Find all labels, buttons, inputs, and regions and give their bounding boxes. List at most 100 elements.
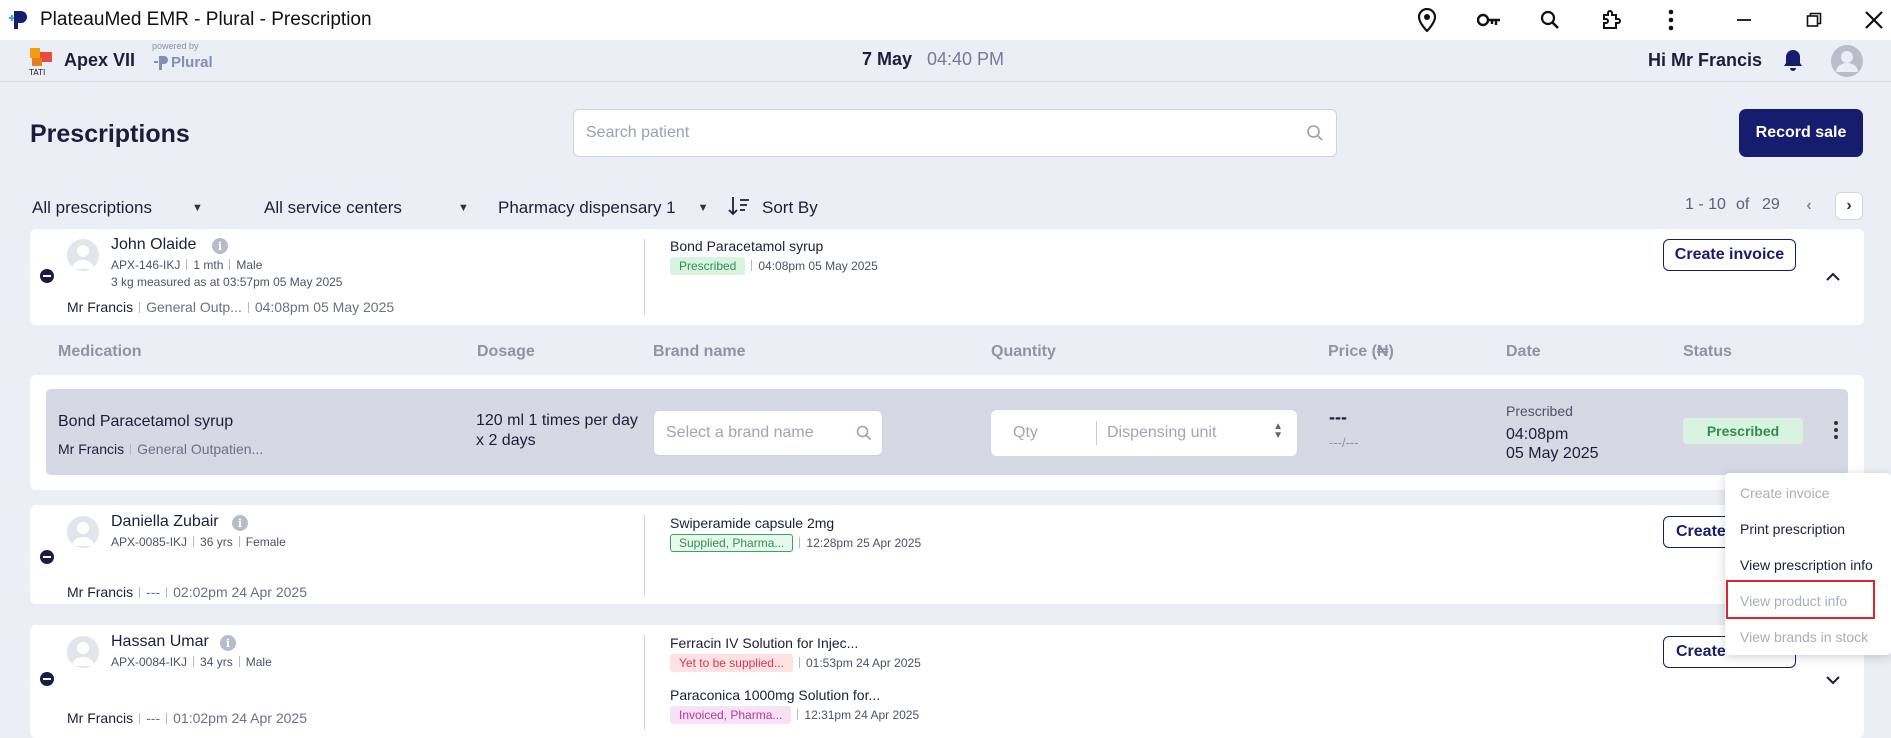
- service-centers-filter[interactable]: All service centers ▼: [264, 196, 469, 220]
- col-quantity: Quantity: [991, 343, 1056, 360]
- medication-detail-card: Bond Paracetamol syrup Mr Francis General…: [30, 375, 1864, 490]
- zoom-icon[interactable]: [1536, 6, 1564, 34]
- search-icon[interactable]: [1306, 124, 1324, 147]
- menu-view-prescription-info[interactable]: View prescription info: [1740, 557, 1873, 573]
- prescriptions-filter-label: All prescriptions: [32, 198, 152, 217]
- highlight-box: [1726, 580, 1875, 619]
- search-input[interactable]: [586, 124, 1286, 142]
- menu-create-invoice[interactable]: Create invoice: [1740, 485, 1830, 501]
- search-icon[interactable]: [856, 425, 872, 446]
- chevron-up-icon[interactable]: [1823, 266, 1843, 286]
- dispensary-filter[interactable]: Pharmacy dispensary 1 ▼: [498, 196, 709, 220]
- info-icon[interactable]: i: [232, 515, 248, 531]
- collapse-icon[interactable]: [40, 550, 54, 564]
- qty-divider: [1096, 421, 1097, 445]
- status-badge: Yet to be supplied...: [670, 654, 793, 672]
- sort-by-label: Sort By: [762, 198, 818, 217]
- brand-name-field[interactable]: [653, 410, 883, 456]
- header-time: 04:40 PM: [927, 49, 1005, 69]
- chevron-down-icon: ▼: [457, 202, 469, 214]
- pagination-total: 29: [1762, 196, 1780, 213]
- key-icon[interactable]: [1475, 6, 1503, 34]
- drug-status-row: Yet to be supplied... 01:53pm 24 Apr 2025: [670, 654, 921, 672]
- plural-text: Plural: [171, 54, 213, 71]
- record-sale-button[interactable]: Record sale: [1739, 109, 1863, 157]
- col-dosage: Dosage: [477, 343, 535, 360]
- patient-name[interactable]: John Olaide: [111, 236, 196, 254]
- extensions-icon[interactable]: [1598, 6, 1626, 34]
- app-icon: [6, 7, 32, 33]
- chevron-down-icon[interactable]: [1823, 670, 1843, 690]
- col-price: Price (₦): [1328, 343, 1394, 360]
- patient-meta: APX-146-IKJ 1 mth Male: [111, 258, 263, 272]
- card-divider: [644, 635, 645, 730]
- patient-avatar: [67, 636, 99, 668]
- status-badge: Invoiced, Pharma...: [670, 706, 792, 724]
- medication-row[interactable]: Bond Paracetamol syrup Mr Francis General…: [46, 389, 1848, 475]
- col-brand: Brand name: [653, 343, 746, 360]
- notification-bell-icon[interactable]: [1782, 48, 1804, 77]
- dispensing-unit-select[interactable]: Dispensing unit: [1107, 424, 1216, 442]
- sort-by-button[interactable]: Sort By: [728, 196, 818, 220]
- minimize-icon[interactable]: [1730, 6, 1758, 34]
- prescriber-info: Mr Francis --- 02:02pm 24 Apr 2025: [67, 584, 308, 600]
- brand-name-input[interactable]: [666, 424, 856, 442]
- status-badge: Prescribed: [670, 257, 746, 275]
- col-status: Status: [1683, 343, 1732, 360]
- app-header: TATI Apex VII powered by Plural 7 May 04…: [0, 40, 1891, 82]
- patient-name[interactable]: Hassan Umar: [111, 633, 209, 651]
- drug-status-row: Supplied, Pharma... 12:28pm 25 Apr 2025: [670, 534, 921, 552]
- close-icon[interactable]: [1860, 6, 1888, 34]
- patient-meta: APX-0085-IKJ 36 yrs Female: [111, 535, 286, 549]
- prescription-card[interactable]: Hassan Umar i APX-0084-IKJ 34 yrs Male Mr …: [30, 625, 1864, 738]
- updown-arrows-icon[interactable]: ▲ ▼: [1273, 422, 1283, 441]
- price-unit-value: ---/---: [1329, 435, 1359, 450]
- search-box[interactable]: [573, 109, 1337, 157]
- qty-input[interactable]: Qty: [1013, 424, 1038, 442]
- prev-page-button[interactable]: ‹: [1795, 192, 1823, 220]
- location-pin-icon[interactable]: [1413, 6, 1441, 34]
- patient-name[interactable]: Daniella Zubair: [111, 513, 219, 531]
- prescription-card[interactable]: Daniella Zubair i APX-0085-IKJ 36 yrs Fema…: [30, 505, 1864, 604]
- patient-weight: 3 kg measured as at 03:57pm 05 May 2025: [111, 275, 343, 289]
- drug-name: Ferracin IV Solution for Injec...: [670, 635, 859, 651]
- chevron-down-icon: ▼: [697, 202, 709, 214]
- page-title: Prescriptions: [30, 120, 190, 148]
- restore-icon[interactable]: [1800, 6, 1828, 34]
- next-page-button[interactable]: ›: [1835, 192, 1863, 220]
- status-badge: Supplied, Pharma...: [670, 534, 794, 552]
- info-icon[interactable]: i: [220, 635, 236, 651]
- row-menu-icon[interactable]: [1833, 421, 1839, 439]
- drug-status-row: Invoiced, Pharma... 12:31pm 24 Apr 2025: [670, 706, 919, 724]
- patient-meta: APX-0084-IKJ 34 yrs Male: [111, 655, 272, 669]
- user-avatar-icon[interactable]: [1830, 44, 1864, 83]
- prescription-card[interactable]: John Olaide i APX-146-IKJ 1 mth Male 3 kg …: [30, 229, 1864, 325]
- col-date: Date: [1506, 343, 1541, 360]
- prescriber-info: Mr Francis General Outp... 04:08pm 05 May …: [67, 299, 395, 315]
- collapse-icon[interactable]: [40, 672, 54, 686]
- row-context-menu: Create invoice Print prescription View p…: [1725, 473, 1891, 655]
- more-vertical-icon[interactable]: [1657, 6, 1685, 34]
- info-icon[interactable]: i: [212, 238, 228, 254]
- date-value: 04:08pm 05 May 2025: [1506, 426, 1599, 462]
- prescriptions-filter[interactable]: All prescriptions ▼: [32, 196, 203, 220]
- brand[interactable]: TATI Apex VII: [28, 44, 135, 77]
- medication-dosage: 120 ml 1 times per day x 2 days: [476, 412, 638, 449]
- menu-print-prescription[interactable]: Print prescription: [1740, 521, 1845, 537]
- chevron-down-icon: ▼: [192, 202, 203, 214]
- header-date: 7 May: [862, 49, 913, 69]
- col-medication: Medication: [58, 343, 142, 360]
- medication-name: Bond Paracetamol syrup: [58, 413, 234, 430]
- patient-avatar: [67, 239, 99, 271]
- collapse-icon[interactable]: [40, 269, 54, 283]
- pagination-of: of: [1736, 196, 1750, 213]
- medication-prescriber: Mr Francis General Outpatien...: [58, 441, 264, 457]
- drug-status-row: Prescribed 04:08pm 05 May 2025: [670, 257, 878, 275]
- menu-view-brands-in-stock[interactable]: View brands in stock: [1740, 629, 1868, 645]
- create-invoice-button[interactable]: Create invoice: [1663, 239, 1796, 271]
- status-badge: Prescribed: [1683, 418, 1803, 444]
- prescriber-info: Mr Francis --- 01:02pm 24 Apr 2025: [67, 710, 308, 726]
- card-divider: [644, 515, 645, 597]
- date-label: Prescribed: [1506, 403, 1573, 419]
- quantity-field[interactable]: Qty Dispensing unit ▲ ▼: [991, 410, 1297, 456]
